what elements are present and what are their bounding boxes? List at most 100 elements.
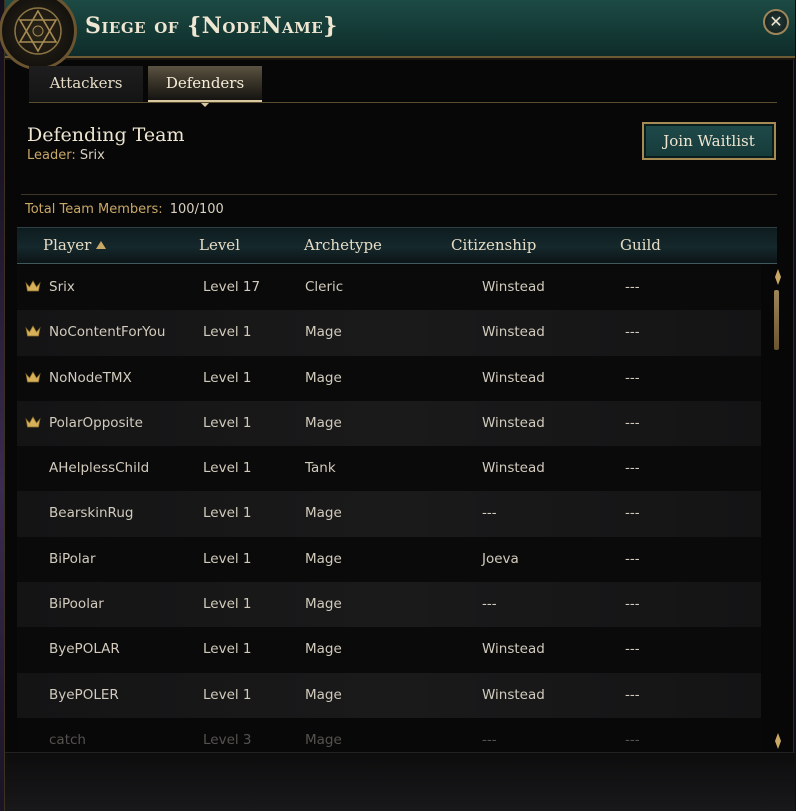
section-divider: [21, 194, 777, 195]
player-archetype: Cleric: [305, 279, 344, 295]
player-archetype: Mage: [305, 731, 342, 748]
siege-window: Siege of {NodeName} ✕ Attackers Defender…: [0, 0, 795, 811]
team-leader: Leader: Srix: [27, 148, 105, 163]
player-archetype: Mage: [305, 596, 342, 613]
player-name: Srix: [49, 279, 75, 295]
player-level: Level 1: [203, 505, 252, 522]
table-row[interactable]: BearskinRug Level 1 Mage --- ---: [17, 491, 761, 537]
player-name: NoNodeTMX: [49, 369, 132, 386]
player-level: Level 1: [203, 641, 252, 658]
player-citizenship: Joeva: [482, 550, 519, 567]
crown-icon: [25, 370, 41, 382]
player-level: Level 1: [203, 686, 252, 703]
leader-name: Srix: [79, 148, 105, 163]
player-name: PolarOpposite: [49, 414, 143, 431]
player-citizenship: Winstead: [482, 369, 545, 386]
player-archetype: Mage: [305, 369, 342, 386]
tab-divider: [29, 102, 777, 103]
column-header-guild[interactable]: Guild: [620, 236, 661, 254]
table-row[interactable]: PolarOpposite Level 1 Mage Winstead ---: [17, 400, 761, 447]
player-citizenship: Winstead: [482, 414, 545, 431]
player-level: Level 1: [203, 550, 252, 567]
scrollbar-thumb[interactable]: [774, 290, 779, 350]
player-guild: ---: [625, 460, 640, 477]
leader-label: Leader:: [27, 148, 76, 163]
crown-icon: [25, 280, 41, 292]
table-row[interactable]: ByePOLER Level 1 Mage Winstead ---: [17, 672, 761, 718]
player-level: Level 17: [203, 279, 261, 295]
player-name: NoContentForYou: [49, 324, 166, 341]
scroll-down-icon[interactable]: [772, 732, 784, 750]
player-guild: ---: [625, 324, 640, 341]
player-citizenship: Winstead: [482, 641, 545, 658]
player-citizenship: ---: [482, 731, 497, 748]
tab-defenders[interactable]: Defenders: [148, 66, 262, 107]
player-guild: ---: [625, 596, 640, 613]
player-archetype: Mage: [305, 641, 342, 658]
crown-icon: [25, 325, 41, 337]
player-archetype: Mage: [305, 324, 342, 341]
tab-attackers[interactable]: Attackers: [29, 66, 143, 102]
window-title: Siege of {NodeName}: [85, 13, 338, 39]
column-header-archetype[interactable]: Archetype: [304, 236, 382, 254]
table-row[interactable]: Srix Level 17 Cleric Winstead ---: [17, 265, 761, 311]
column-header-player-label: Player: [43, 236, 92, 254]
column-header-player[interactable]: Player: [43, 236, 107, 254]
sort-ascending-icon: [96, 241, 107, 249]
player-archetype: Tank: [305, 460, 336, 477]
player-level: Level 1: [203, 460, 252, 477]
player-citizenship: ---: [482, 596, 497, 613]
player-archetype: Mage: [305, 414, 342, 431]
crown-icon: [25, 416, 41, 428]
column-header-citizenship[interactable]: Citizenship: [451, 236, 536, 254]
player-guild: ---: [625, 550, 640, 567]
table-header: Player Level Archetype Citizenship Guild: [17, 227, 777, 264]
player-guild: ---: [625, 279, 640, 295]
player-name: BearskinRug: [49, 505, 134, 522]
scroll-up-icon[interactable]: [772, 268, 784, 286]
player-name: BiPoolar: [49, 596, 104, 613]
player-citizenship: Winstead: [482, 686, 545, 703]
player-archetype: Mage: [305, 686, 342, 703]
player-citizenship: Winstead: [482, 324, 545, 341]
player-citizenship: Winstead: [482, 279, 545, 295]
player-level: Level 1: [203, 324, 252, 341]
window-header: Siege of {NodeName} ✕: [5, 0, 795, 60]
player-level: Level 1: [203, 414, 252, 431]
player-archetype: Mage: [305, 505, 342, 522]
close-button[interactable]: ✕: [763, 9, 789, 35]
player-guild: ---: [625, 414, 640, 431]
player-citizenship: ---: [482, 505, 497, 522]
table-body: Srix Level 17 Cleric Winstead --- NoCont…: [17, 265, 761, 752]
player-guild: ---: [625, 641, 640, 658]
table-row[interactable]: BiPoolar Level 1 Mage --- ---: [17, 582, 761, 628]
player-guild: ---: [625, 731, 640, 748]
team-title: Defending Team: [27, 124, 185, 146]
table-row[interactable]: NoNodeTMX Level 1 Mage Winstead ---: [17, 355, 761, 401]
table-row[interactable]: BiPolar Level 1 Mage Joeva ---: [17, 536, 761, 583]
player-name: ByePOLAR: [49, 641, 120, 658]
player-citizenship: Winstead: [482, 460, 545, 477]
total-members-value: 100/100: [169, 202, 224, 217]
player-guild: ---: [625, 686, 640, 703]
player-guild: ---: [625, 505, 640, 522]
total-members: Total Team Members: 100/100: [25, 202, 224, 217]
player-level: Level 3: [203, 731, 252, 748]
player-guild: ---: [625, 369, 640, 386]
table-row[interactable]: ByePOLAR Level 1 Mage Winstead ---: [17, 627, 761, 673]
close-icon: ✕: [769, 12, 783, 31]
player-name: AHelplessChild: [49, 460, 150, 477]
total-members-label: Total Team Members:: [25, 202, 163, 217]
player-name: ByePOLER: [49, 686, 119, 703]
column-header-level[interactable]: Level: [199, 236, 240, 254]
join-waitlist-button[interactable]: Join Waitlist: [642, 122, 776, 160]
table-row[interactable]: AHelplessChild Level 1 Tank Winstead ---: [17, 446, 761, 492]
player-level: Level 1: [203, 369, 252, 386]
player-name: BiPolar: [49, 550, 96, 567]
player-level: Level 1: [203, 596, 252, 613]
table-row[interactable]: catch Level 3 Mage --- ---: [17, 717, 761, 752]
table-row[interactable]: NoContentForYou Level 1 Mage Winstead --…: [17, 310, 761, 356]
player-name: catch: [49, 731, 86, 748]
window-footer: [5, 752, 795, 811]
tab-bar: Attackers Defenders: [29, 66, 267, 107]
